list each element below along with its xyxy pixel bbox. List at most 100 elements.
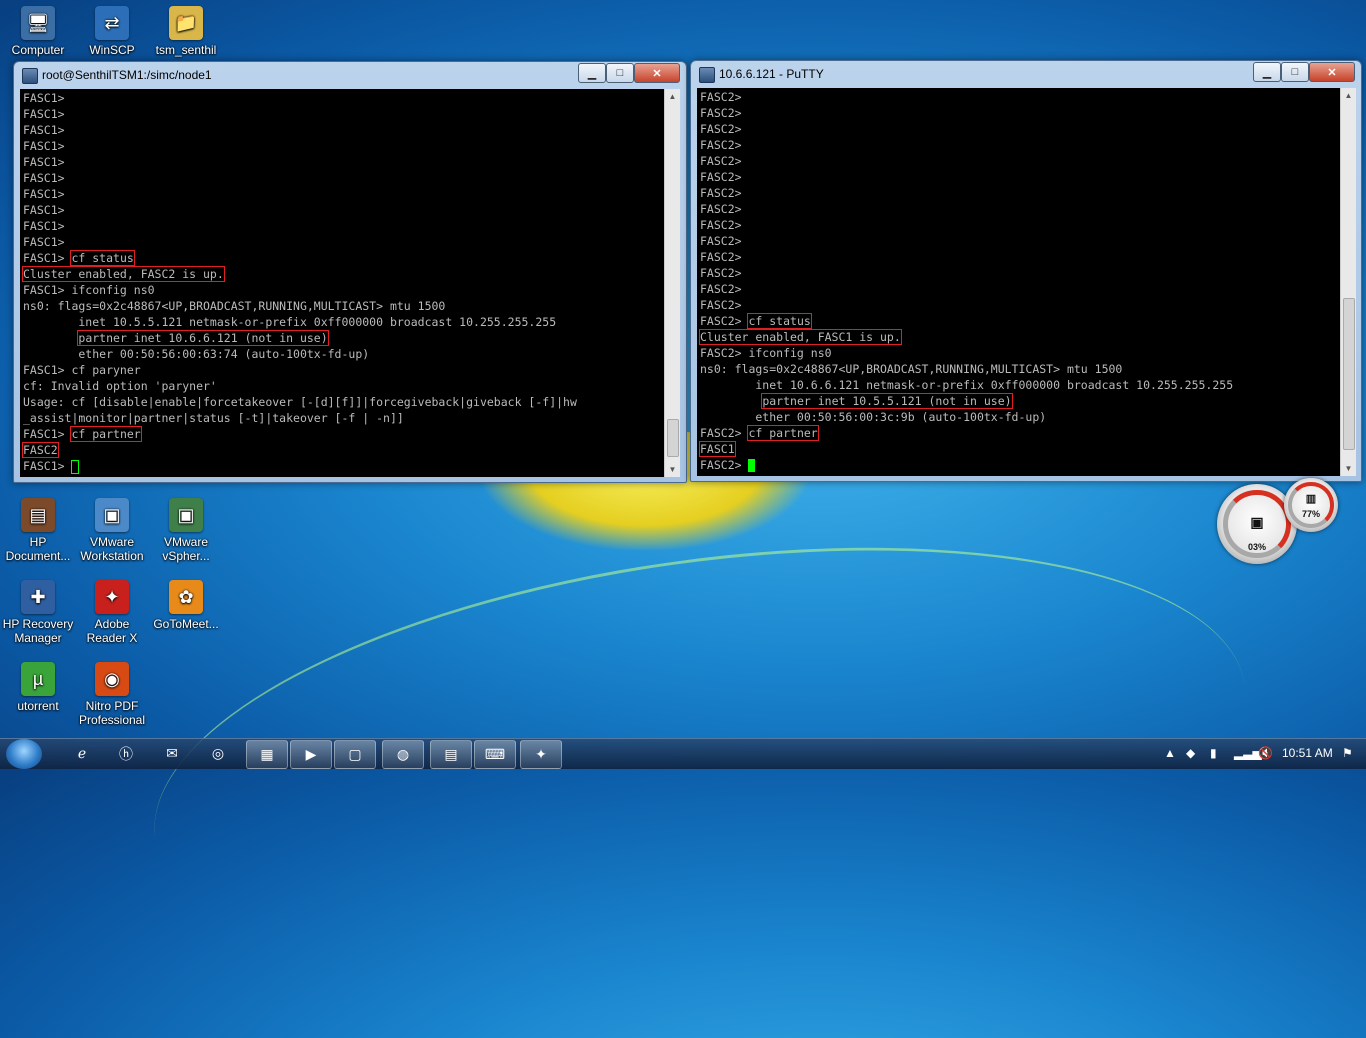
desktop-shortcut-label: Nitro PDF Professional	[78, 699, 146, 727]
putty-icon	[699, 67, 715, 83]
minimize-button[interactable]: ▁	[578, 63, 606, 83]
notepad-icon[interactable]: ▤	[430, 740, 472, 769]
explorer-icon[interactable]: ▦	[246, 740, 288, 769]
title-bar[interactable]: root@SenthilTSM1:/simc/node1 ▁ □ ✕	[14, 62, 686, 88]
terminal-line-text: FASC2>	[700, 426, 742, 440]
terminal-line-text: FASC2> ifconfig ns0	[700, 346, 832, 360]
clock[interactable]: 10:51 AM	[1282, 746, 1333, 760]
close-button[interactable]: ✕	[1309, 62, 1355, 82]
terminal-line-text: FASC2>	[700, 154, 742, 168]
media-center-icon[interactable]: ◎	[198, 740, 238, 767]
desktop-shortcut[interactable]: ✿ GoToMeet...	[148, 580, 224, 631]
adobe-reader-icon: ✦	[95, 580, 129, 614]
scroll-up-arrow[interactable]: ▲	[665, 89, 680, 104]
desktop-shortcut[interactable]: 📁 tsm_senthil	[148, 6, 224, 57]
tray-arrow-icon[interactable]: ▲	[1164, 746, 1176, 760]
terminal-line-text: FASC1> ifconfig ns0	[23, 283, 155, 297]
desktop-shortcut[interactable]: ✚ HP Recovery Manager	[0, 580, 76, 645]
terminal-line: cf: Invalid option 'paryner'	[23, 378, 661, 394]
desktop-shortcut[interactable]: µ utorrent	[0, 662, 76, 713]
mail-icon[interactable]: ✉	[152, 740, 192, 767]
desktop-shortcut[interactable]: 🖥 Computer	[0, 6, 76, 57]
scroll-down-arrow[interactable]: ▼	[665, 462, 680, 477]
memory-meter-gadget[interactable]: ▥ 77%	[1284, 478, 1338, 532]
volume-muted-icon[interactable]: 🔇	[1258, 746, 1273, 760]
desktop-shortcut[interactable]: ▤ HP Document...	[0, 498, 76, 563]
close-button[interactable]: ✕	[634, 63, 680, 83]
terminal-line-text: FASC2>	[700, 170, 742, 184]
terminal-line-text: Usage: cf [disable|enable|forcetakeover …	[23, 395, 577, 409]
terminal-line: ether 00:50:56:00:3c:9b (auto-100tx-fd-u…	[700, 409, 1337, 425]
terminal-line-text: FASC1>	[23, 123, 65, 137]
scroll-thumb[interactable]	[1343, 298, 1355, 450]
terminal-line-text: _assist|monitor|partner|status [-t]|take…	[23, 411, 404, 425]
terminal-line-text: FASC1>	[23, 219, 65, 233]
terminal-text: FASC1> FASC1> FASC1> FASC1> FASC1> FASC1> FASC…	[20, 89, 664, 475]
terminal-line: Cluster enabled, FASC2 is up.	[22, 266, 661, 282]
hp-document-icon: ▤	[21, 498, 55, 532]
highlighted-output: cf partner	[747, 425, 819, 441]
chrome-icon[interactable]: ◍	[382, 740, 424, 769]
scrollbar[interactable]: ▲ ▼	[1340, 88, 1356, 476]
title-bar[interactable]: 10.6.6.121 - PuTTY ▁ □ ✕	[691, 61, 1361, 87]
terminal-line: FASC2> ifconfig ns0	[700, 345, 1337, 361]
desktop-shortcut-label: tsm_senthil	[155, 43, 217, 57]
terminal-line: FASC1>	[23, 154, 661, 170]
scrollbar[interactable]: ▲ ▼	[664, 89, 680, 477]
minimize-button[interactable]: ▁	[1253, 62, 1281, 82]
desktop-shortcut[interactable]: ▣ VMware vSpher...	[148, 498, 224, 563]
folder-icon: 📁	[169, 6, 203, 40]
maximize-button[interactable]: □	[1281, 62, 1309, 82]
terminal-line-text: FASC1>	[23, 203, 65, 217]
desktop-shortcut[interactable]: ▣ VMware Workstation	[74, 498, 150, 563]
adobe-taskbar-icon[interactable]: ✦	[520, 740, 562, 769]
terminal-output[interactable]: FASC1> FASC1> FASC1> FASC1> FASC1> FASC1> FASC…	[20, 89, 664, 477]
scroll-up-arrow[interactable]: ▲	[1341, 88, 1356, 103]
desktop-shortcut-label: GoToMeet...	[153, 617, 219, 631]
terminal-line-text: FASC2>	[700, 314, 742, 328]
terminal-line-text: FASC1>	[23, 155, 65, 169]
hp-recovery-icon: ✚	[21, 580, 55, 614]
desktop-shortcut[interactable]: ✦ Adobe Reader X	[74, 580, 150, 645]
terminal-window-left[interactable]: root@SenthilTSM1:/simc/node1 ▁ □ ✕ FASC1…	[13, 61, 687, 483]
start-button[interactable]	[6, 739, 42, 769]
highlighted-output: Cluster enabled, FASC1 is up.	[699, 329, 902, 345]
tray-network-tool-icon[interactable]: ◆	[1186, 746, 1195, 760]
terminal-line: FASC2>	[700, 297, 1337, 313]
maximize-button[interactable]: □	[606, 63, 634, 83]
terminal-line: FASC1>	[23, 106, 661, 122]
terminal-window-right[interactable]: 10.6.6.121 - PuTTY ▁ □ ✕ FASC2> FASC2> FAS…	[690, 60, 1362, 482]
terminal-line: FASC2>	[700, 169, 1337, 185]
highlighted-output: cf status	[70, 250, 135, 266]
terminal-line: Cluster enabled, FASC1 is up.	[699, 329, 1337, 345]
terminal-line-text: FASC2>	[700, 90, 742, 104]
nitro-pdf-icon: ◉	[95, 662, 129, 696]
terminal-line-text: FASC1>	[23, 91, 65, 105]
hp-icon[interactable]: ⓗ	[106, 740, 146, 767]
terminal-line: FASC2>	[700, 153, 1337, 169]
terminal-line-text: inet 10.6.6.121 netmask-or-prefix 0xff00…	[700, 378, 1234, 392]
memory-dial	[1288, 482, 1334, 528]
scroll-down-arrow[interactable]: ▼	[1341, 461, 1356, 476]
window-title: root@SenthilTSM1:/simc/node1	[42, 68, 212, 82]
media-player-icon[interactable]: ▶	[290, 740, 332, 769]
desktop-shortcut-label: Computer	[11, 43, 65, 57]
battery-icon[interactable]: ▮	[1210, 746, 1217, 760]
terminal-line-text: FASC1>	[23, 139, 65, 153]
desktop-shortcut-label: HP Document...	[5, 535, 71, 563]
action-center-flag-icon[interactable]: ⚑	[1342, 746, 1353, 760]
terminal-line-text	[23, 331, 71, 345]
terminal-line-text: FASC2>	[700, 122, 742, 136]
putty-icon[interactable]: ⌨	[474, 740, 516, 769]
scroll-thumb[interactable]	[667, 419, 679, 457]
desktop-shortcut[interactable]: ⇄ WinSCP	[74, 6, 150, 57]
terminal-line-text: FASC2>	[700, 282, 742, 296]
internet-explorer-icon[interactable]: ℯ	[62, 740, 102, 767]
terminal-line: partner inet 10.6.6.121 (not in use)	[23, 330, 661, 346]
terminal-line: FASC1>	[23, 218, 661, 234]
folder-taskbar-icon[interactable]: ▢	[334, 740, 376, 769]
terminal-line: ns0: flags=0x2c48867<UP,BROADCAST,RUNNIN…	[700, 361, 1337, 377]
terminal-output[interactable]: FASC2> FASC2> FASC2> FASC2> FASC2> FASC2> FASC…	[697, 88, 1340, 476]
desktop-shortcut[interactable]: ◉ Nitro PDF Professional	[74, 662, 150, 727]
terminal-line: FASC2>	[700, 137, 1337, 153]
